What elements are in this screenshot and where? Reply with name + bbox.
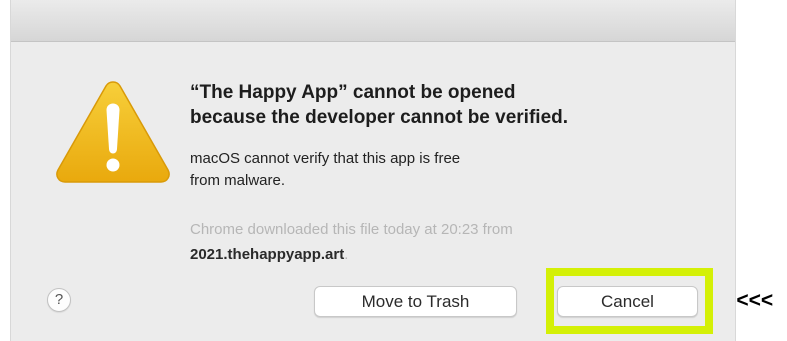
move-to-trash-button[interactable]: Move to Trash	[314, 286, 517, 317]
alert-message-line-1: macOS cannot verify that this app is fre…	[190, 150, 461, 167]
dialog-titlebar	[11, 0, 735, 42]
download-source-host: 2021.thehappyapp.art.	[190, 244, 348, 266]
alert-message: macOS cannot verify that this app is fre…	[190, 148, 610, 192]
download-source-note: Chrome downloaded this file today at 20:…	[190, 221, 513, 238]
download-source-period: .	[344, 246, 349, 263]
alert-headline-line-1: “The Happy App” cannot be opened	[190, 82, 516, 103]
cancel-button[interactable]: Cancel	[557, 286, 698, 317]
alert-headline: “The Happy App” cannot be opened because…	[190, 80, 710, 130]
download-source-host-text: 2021.thehappyapp.art	[190, 246, 345, 263]
alert-message-line-2: from malware.	[190, 172, 286, 189]
help-button[interactable]: ?	[47, 288, 71, 312]
alert-headline-line-2: because the developer cannot be verified…	[190, 107, 569, 128]
annotation-arrow-marker: <<<	[736, 289, 773, 312]
screenshot-stage: “The Happy App” cannot be opened because…	[0, 0, 787, 341]
warning-icon	[56, 81, 170, 183]
